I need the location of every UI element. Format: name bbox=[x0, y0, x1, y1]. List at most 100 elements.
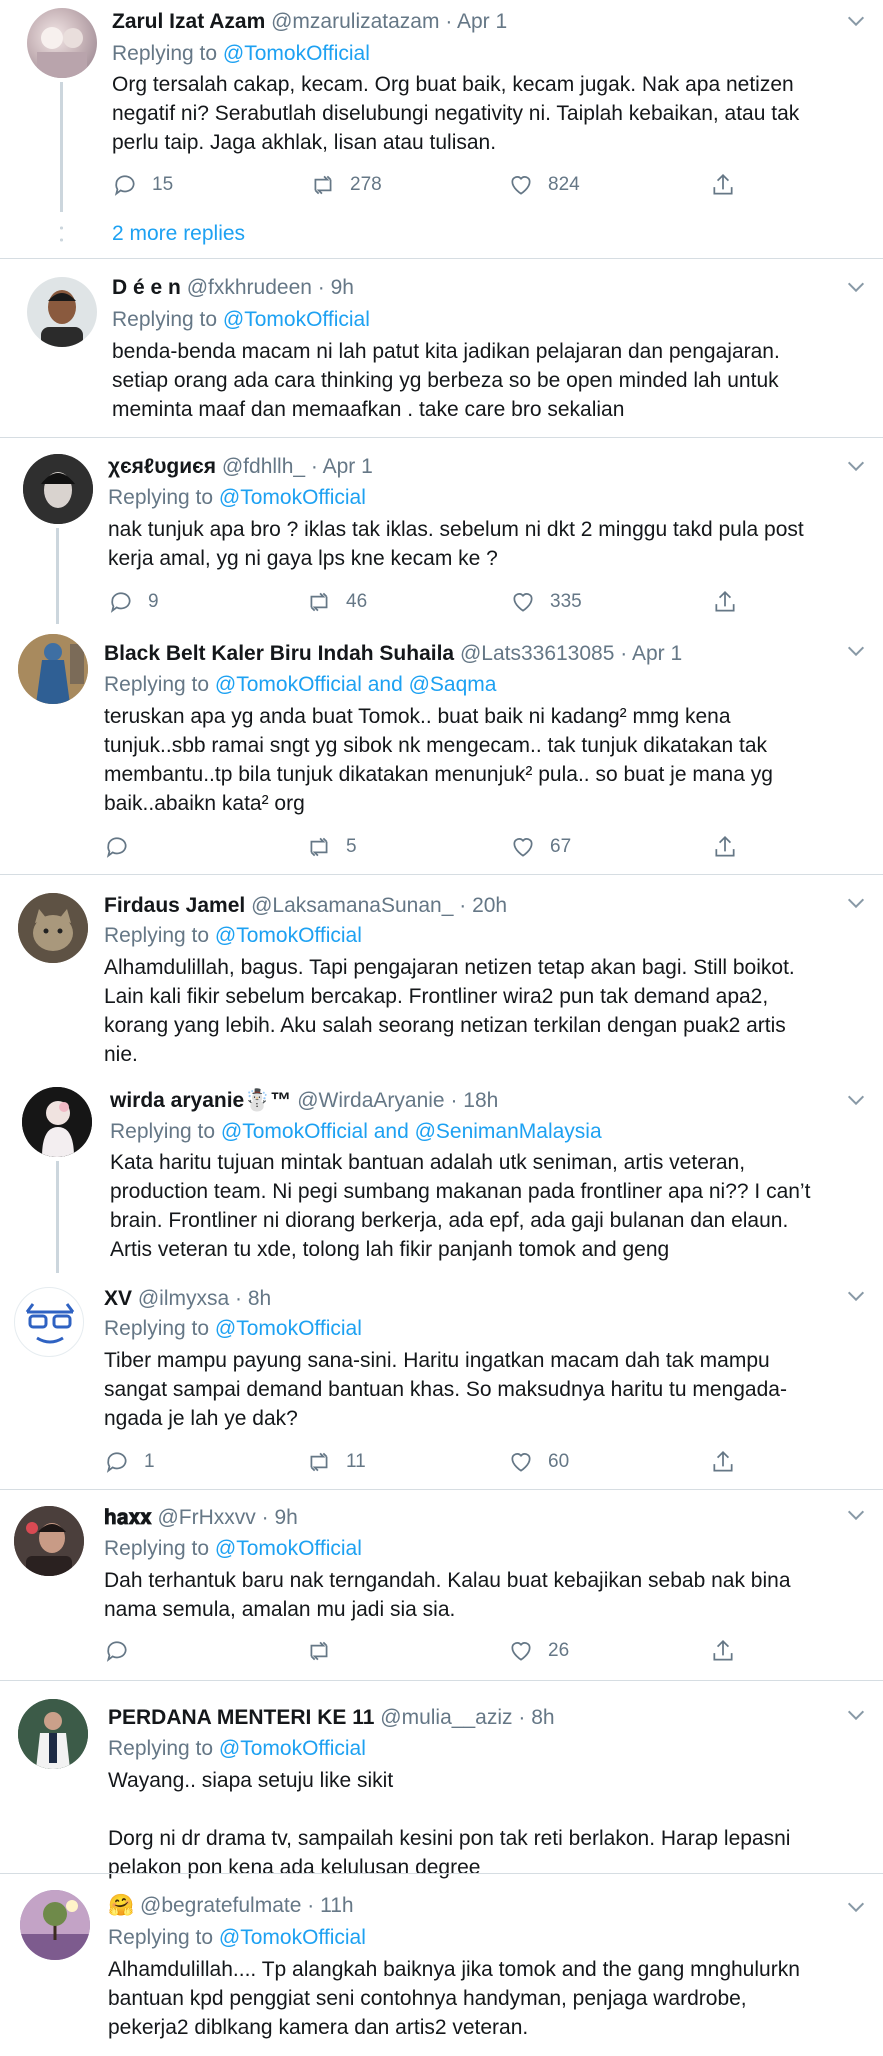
avatar[interactable] bbox=[27, 277, 97, 347]
timestamp[interactable]: 8h bbox=[531, 1706, 554, 1729]
mention-link[interactable]: @TomokOfficial and @Saqma bbox=[215, 673, 497, 696]
reply-button[interactable] bbox=[104, 832, 144, 862]
like-button[interactable]: 60 bbox=[508, 1447, 569, 1477]
tweet-xv[interactable]: XV @ilmyxsa · 8h Replying to @TomokOffic… bbox=[0, 1275, 883, 1489]
chevron-down-icon[interactable] bbox=[845, 1704, 867, 1726]
chevron-down-icon[interactable] bbox=[845, 1504, 867, 1526]
tweet-header: XV @ilmyxsa · 8h bbox=[104, 1285, 271, 1313]
chevron-down-icon[interactable] bbox=[845, 1896, 867, 1918]
retweet-button[interactable]: 278 bbox=[310, 170, 382, 200]
chevron-down-icon[interactable] bbox=[845, 455, 867, 477]
chevron-down-icon[interactable] bbox=[845, 1285, 867, 1307]
retweet-button[interactable] bbox=[306, 1636, 346, 1666]
share-button[interactable] bbox=[710, 1636, 736, 1666]
display-name[interactable]: 𝐡𝐚𝐱𝐱 bbox=[104, 1506, 152, 1529]
mention-link[interactable]: @TomokOfficial bbox=[219, 486, 366, 509]
retweet-button[interactable]: 46 bbox=[306, 587, 367, 617]
retweet-icon bbox=[314, 175, 332, 195]
mention-link[interactable]: @TomokOfficial bbox=[215, 1317, 362, 1340]
chevron-down-icon[interactable] bbox=[845, 892, 867, 914]
tweet-line: Dorg ni dr drama tv, sampailah kesini po… bbox=[108, 1827, 791, 1850]
chevron-down-icon[interactable] bbox=[845, 10, 867, 32]
tweet-line: Org tersalah cakap, kecam. Org buat baik… bbox=[112, 73, 794, 96]
avatar[interactable] bbox=[20, 1890, 90, 1960]
user-handle[interactable]: @ilmyxsa bbox=[138, 1287, 229, 1310]
avatar[interactable] bbox=[18, 634, 88, 704]
user-handle[interactable]: @mulia__aziz bbox=[380, 1706, 512, 1729]
display-name[interactable]: XV bbox=[104, 1287, 132, 1310]
chevron-down-icon[interactable] bbox=[845, 640, 867, 662]
user-handle[interactable]: @fxkhrudeen bbox=[187, 276, 312, 299]
share-button[interactable] bbox=[712, 832, 738, 862]
tweet-wirda[interactable]: wirda aryanie☃️™ @WirdaAryanie · 18h Rep… bbox=[0, 1085, 883, 1275]
tweet-perdana[interactable]: PERDANA MENTERI KE 11 @mulia__aziz · 8h … bbox=[0, 1681, 883, 1879]
tweet-zarul[interactable]: Zarul Izat Azam @mzarulizatazam · Apr 1 … bbox=[0, 0, 883, 258]
mention-link[interactable]: @TomokOfficial bbox=[223, 308, 370, 331]
chevron-down-icon[interactable] bbox=[845, 1089, 867, 1111]
reply-button[interactable] bbox=[104, 1636, 144, 1666]
timestamp[interactable]: Apr 1 bbox=[323, 455, 373, 478]
timestamp[interactable]: 11h bbox=[320, 1894, 353, 1917]
tweet-xerlugner[interactable]: χєяℓυgиєя @fdhllh_ · Apr 1 Replying to @… bbox=[0, 438, 883, 626]
tweet-text: teruskan apa yg anda buat Tomok.. buat b… bbox=[104, 702, 883, 818]
display-name[interactable]: χєяℓυgиєя bbox=[108, 455, 216, 478]
user-handle[interactable]: @WirdaAryanie bbox=[297, 1089, 444, 1112]
display-name[interactable]: wirda aryanie bbox=[110, 1089, 244, 1112]
mention-link[interactable]: @TomokOfficial bbox=[215, 1537, 362, 1560]
timestamp[interactable]: 9h bbox=[331, 276, 354, 299]
user-handle[interactable]: @fdhllh_ bbox=[222, 455, 305, 478]
like-button[interactable]: 67 bbox=[510, 832, 571, 862]
timestamp[interactable]: 8h bbox=[248, 1287, 271, 1310]
mention-link[interactable]: @TomokOfficial and @SenimanMalaysia bbox=[221, 1120, 602, 1143]
reply-button[interactable]: 9 bbox=[108, 587, 159, 617]
retweet-button[interactable]: 5 bbox=[306, 832, 357, 862]
retweet-button[interactable]: 11 bbox=[306, 1447, 366, 1477]
mention-link[interactable]: @TomokOfficial bbox=[219, 1926, 366, 1949]
avatar[interactable] bbox=[23, 454, 93, 524]
replying-to: Replying to @TomokOfficial and @Saqma bbox=[104, 671, 496, 699]
user-handle[interactable]: @mzarulizatazam bbox=[271, 10, 439, 33]
timestamp[interactable]: Apr 1 bbox=[632, 642, 682, 665]
tweet-line: Lain kali fikir sebelum bercakap. Frontl… bbox=[104, 985, 769, 1008]
timestamp[interactable]: Apr 1 bbox=[457, 10, 507, 33]
tweet-firdaus[interactable]: Firdaus Jamel @LaksamanaSunan_ · 20h Rep… bbox=[0, 875, 883, 1085]
avatar[interactable] bbox=[27, 8, 97, 78]
like-button[interactable]: 335 bbox=[510, 587, 582, 617]
display-name[interactable]: Firdaus Jamel bbox=[104, 894, 245, 917]
separator-dot: · bbox=[459, 894, 467, 917]
avatar[interactable] bbox=[18, 1699, 88, 1769]
timestamp[interactable]: 18h bbox=[463, 1089, 498, 1112]
user-handle[interactable]: @LaksamanaSunan_ bbox=[251, 894, 453, 917]
like-button[interactable]: 26 bbox=[508, 1636, 569, 1666]
display-name[interactable]: Black Belt Kaler Biru Indah Suhaila bbox=[104, 642, 454, 665]
tweet-begrateful[interactable]: 🤗 @begratefulmate · 11h Replying to @Tom… bbox=[0, 1874, 883, 2056]
display-name[interactable]: 🤗 bbox=[108, 1894, 134, 1917]
like-button[interactable]: 824 bbox=[508, 170, 580, 200]
avatar[interactable] bbox=[18, 893, 88, 963]
tweet-blackbelt[interactable]: Black Belt Kaler Biru Indah Suhaila @Lat… bbox=[0, 626, 883, 874]
display-name[interactable]: PERDANA MENTERI KE 11 bbox=[108, 1706, 374, 1729]
share-button[interactable] bbox=[710, 1447, 736, 1477]
chevron-down-icon[interactable] bbox=[845, 276, 867, 298]
mention-link[interactable]: @TomokOfficial bbox=[223, 42, 370, 65]
tweet-deen[interactable]: D é e n @fxkhrudeen · 9h Replying to @To… bbox=[0, 259, 883, 437]
display-name[interactable]: Zarul Izat Azam bbox=[112, 10, 265, 33]
reply-button[interactable]: 15 bbox=[112, 170, 173, 200]
avatar[interactable] bbox=[14, 1506, 84, 1576]
timestamp[interactable]: 9h bbox=[274, 1506, 297, 1529]
tweet-haxx[interactable]: 𝐡𝐚𝐱𝐱 @FrHxxvv · 9h Replying to @TomokOff… bbox=[0, 1490, 883, 1680]
reply-button[interactable]: 1 bbox=[104, 1447, 155, 1477]
display-name[interactable]: D é e n bbox=[112, 276, 181, 299]
mention-link[interactable]: @TomokOfficial bbox=[215, 924, 362, 947]
share-button[interactable] bbox=[712, 587, 738, 617]
share-button[interactable] bbox=[710, 170, 736, 200]
user-handle[interactable]: @begratefulmate bbox=[140, 1894, 301, 1917]
avatar[interactable] bbox=[22, 1087, 92, 1157]
mention-link[interactable]: @TomokOfficial bbox=[219, 1737, 366, 1760]
user-handle[interactable]: @Lats33613085 bbox=[460, 642, 614, 665]
avatar[interactable] bbox=[14, 1287, 84, 1357]
separator-dot: · bbox=[307, 1894, 315, 1917]
timestamp[interactable]: 20h bbox=[472, 894, 507, 917]
more-replies-link[interactable]: 2 more replies bbox=[112, 222, 245, 246]
user-handle[interactable]: @FrHxxvv bbox=[157, 1506, 255, 1529]
